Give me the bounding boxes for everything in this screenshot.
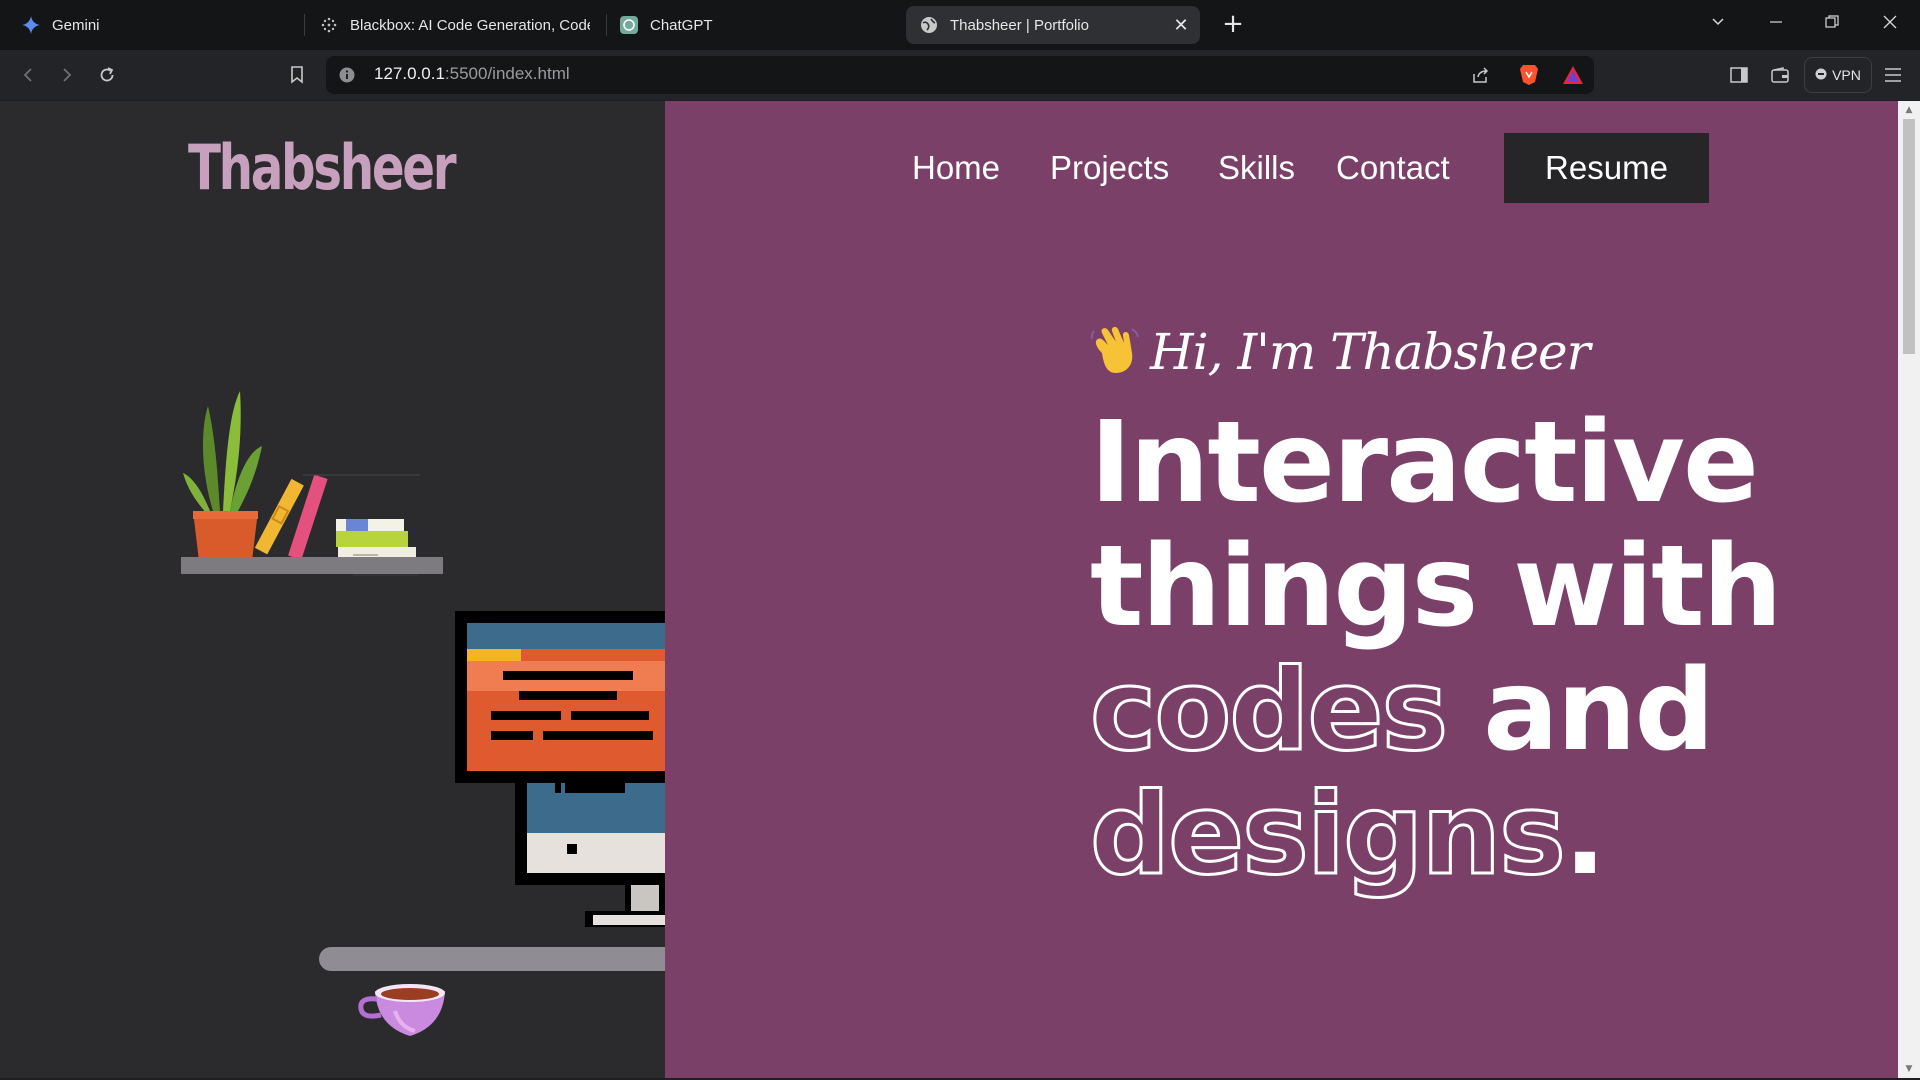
hero-headline: Interactive things with codes and design… [1088,398,1850,900]
site-info-icon[interactable] [330,58,364,92]
headline-outline-word: designs [1089,770,1568,900]
nav-contact[interactable]: Contact [1336,149,1450,187]
headline-outline-word: codes [1088,646,1449,776]
tab-chatgpt[interactable]: ChatGPT [620,6,890,44]
waving-hand-icon [1088,323,1142,381]
tab-blackbox[interactable]: Blackbox: AI Code Generation, Code [320,6,590,44]
site-logo[interactable]: Thabsheer [188,131,457,204]
scroll-up-arrow-icon[interactable]: ▲ [1904,105,1914,115]
vpn-status-icon [1815,67,1827,83]
resume-button[interactable]: Resume [1504,133,1709,203]
url-path: :5500/index.html [444,64,570,83]
scroll-down-arrow-icon[interactable]: ▼ [1904,1064,1914,1074]
headline-line-3: codes and [1088,646,1850,776]
minimize-button[interactable] [1756,6,1796,42]
close-window-button[interactable] [1870,6,1910,42]
bookmark-icon[interactable] [280,58,314,92]
headline-line-4: designs. [1089,770,1850,900]
tab-portfolio-active[interactable]: Thabsheer | Portfolio ✕ [906,6,1200,44]
tab-title: Blackbox: AI Code Generation, Code [350,16,590,34]
nav-projects[interactable]: Projects [1050,149,1169,187]
sidebar-toggle-icon[interactable] [1722,58,1756,92]
nav-home[interactable]: Home [912,149,1000,187]
share-icon[interactable] [1464,58,1498,92]
headline-solid-word: and [1483,646,1714,776]
page-viewport: Thabsheer Home Projects Skills Contact R… [0,101,1898,1078]
menu-icon[interactable] [1876,58,1910,92]
blackbox-icon [320,16,338,34]
nav-skills[interactable]: Skills [1218,149,1295,187]
tab-title: ChatGPT [650,16,713,34]
headline-line-2: things with [1090,522,1782,652]
close-tab-icon[interactable]: ✕ [1172,16,1190,34]
greeting: Hi, I'm Thabsheer [1088,323,1590,381]
brave-shields-icon[interactable] [1512,58,1546,92]
page-scrollbar[interactable]: ▲ ▼ [1898,101,1920,1078]
new-tab-button[interactable]: + [1218,10,1248,40]
scrollbar-thumb[interactable] [1903,119,1915,354]
wallet-icon[interactable] [1763,58,1797,92]
reload-button[interactable] [90,58,124,92]
url-host: 127.0.0.1 [374,64,445,83]
tab-divider [606,14,607,36]
tab-search-chevron-icon[interactable] [1698,6,1738,42]
tab-divider [304,14,305,36]
vpn-label: VPN [1832,67,1861,83]
tab-title: Gemini [52,16,100,34]
globe-icon [920,16,938,34]
shelf-illustration [181,391,443,576]
greeting-text: Hi, I'm Thabsheer [1150,323,1590,381]
restore-button[interactable] [1812,6,1852,42]
gemini-icon [22,16,40,34]
forward-button[interactable] [50,58,84,92]
tab-gemini[interactable]: Gemini [22,6,292,44]
brave-rewards-icon[interactable] [1556,58,1590,92]
back-button[interactable] [11,58,45,92]
chatgpt-icon [620,16,638,34]
tea-cup-illustration [358,984,445,1036]
tab-title: Thabsheer | Portfolio [950,16,1089,34]
vpn-button[interactable]: VPN [1804,57,1872,93]
left-panel: Thabsheer [0,101,806,1078]
url-text[interactable]: 127.0.0.1:5500/index.html [374,64,570,84]
headline-line-1: Interactive [1090,398,1759,528]
headline-period: . [1563,770,1607,900]
